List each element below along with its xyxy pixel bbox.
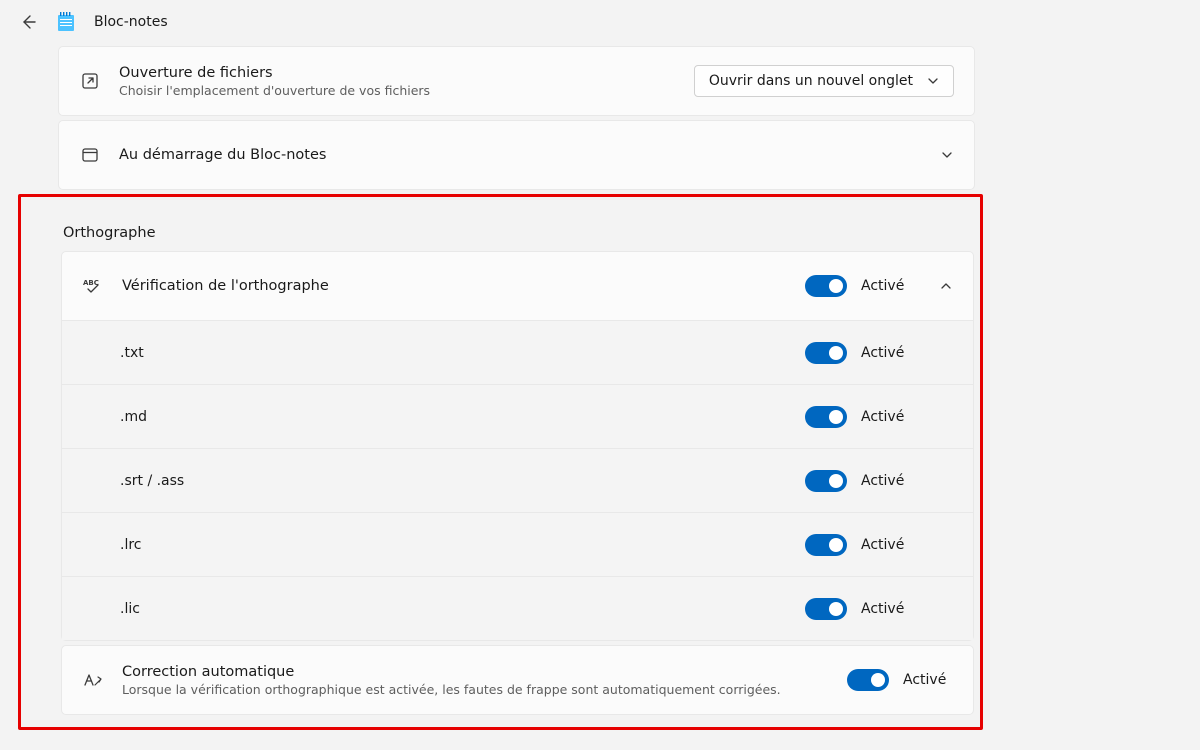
extension-label: .md (120, 409, 805, 425)
notepad-app-icon (56, 12, 76, 32)
highlight-annotation: Orthographe ABC Vérification de l'orthog… (18, 194, 983, 730)
window-icon (79, 144, 101, 166)
autocorrect-subtitle: Lorsque la vérification orthographique e… (122, 682, 847, 697)
file-opening-dropdown[interactable]: Ouvrir dans un nouvel onglet (694, 65, 954, 97)
autocorrect-state: Activé (903, 672, 953, 688)
file-opening-title: Ouverture de fichiers (119, 65, 694, 81)
spell-check-card: ABC Vérification de l'orthographe Activé… (61, 251, 974, 641)
extension-toggle[interactable] (805, 534, 847, 556)
spell-check-row[interactable]: ABC Vérification de l'orthographe Activé (62, 252, 973, 320)
extension-state: Activé (861, 345, 911, 361)
chevron-down-icon (927, 75, 939, 87)
extension-label: .srt / .ass (120, 473, 805, 489)
app-title: Bloc-notes (94, 14, 168, 30)
file-opening-subtitle: Choisir l'emplacement d'ouverture de vos… (119, 83, 694, 98)
open-external-icon (79, 70, 101, 92)
extension-toggle[interactable] (805, 406, 847, 428)
autocorrect-card: Correction automatique Lorsque la vérifi… (61, 645, 974, 715)
arrow-left-icon (20, 14, 36, 30)
autocorrect-title: Correction automatique (122, 664, 847, 680)
spelling-section-title: Orthographe (63, 225, 974, 241)
startup-card[interactable]: Au démarrage du Bloc-notes (58, 120, 975, 190)
spell-check-state: Activé (861, 278, 911, 294)
spell-check-title: Vérification de l'orthographe (122, 278, 805, 294)
autocorrect-toggle[interactable] (847, 669, 889, 691)
extension-toggle[interactable] (805, 598, 847, 620)
extension-row: .srt / .ass Activé (62, 448, 973, 512)
spellcheck-icon: ABC (82, 275, 104, 297)
extension-label: .lrc (120, 537, 805, 553)
spell-check-toggle[interactable] (805, 275, 847, 297)
back-button[interactable] (18, 12, 38, 32)
extension-row: .md Activé (62, 384, 973, 448)
extension-toggle[interactable] (805, 342, 847, 364)
autocorrect-icon (82, 669, 104, 691)
file-opening-card: Ouverture de fichiers Choisir l'emplacem… (58, 46, 975, 116)
extension-state: Activé (861, 537, 911, 553)
file-opening-dropdown-value: Ouvrir dans un nouvel onglet (709, 73, 913, 89)
header-bar: Bloc-notes (0, 0, 1200, 46)
extension-state: Activé (861, 601, 911, 617)
extension-row: .lic Activé (62, 576, 973, 640)
extension-state: Activé (861, 473, 911, 489)
extension-state: Activé (861, 409, 911, 425)
extension-label: .lic (120, 601, 805, 617)
extension-row: .txt Activé (62, 320, 973, 384)
extension-label: .txt (120, 345, 805, 361)
startup-title: Au démarrage du Bloc-notes (119, 147, 912, 163)
extension-row: .lrc Activé (62, 512, 973, 576)
chevron-down-icon[interactable] (940, 148, 954, 162)
chevron-up-icon[interactable] (939, 279, 953, 293)
spell-check-extension-list: .txt Activé .md Activé .srt (62, 320, 973, 640)
extension-toggle[interactable] (805, 470, 847, 492)
